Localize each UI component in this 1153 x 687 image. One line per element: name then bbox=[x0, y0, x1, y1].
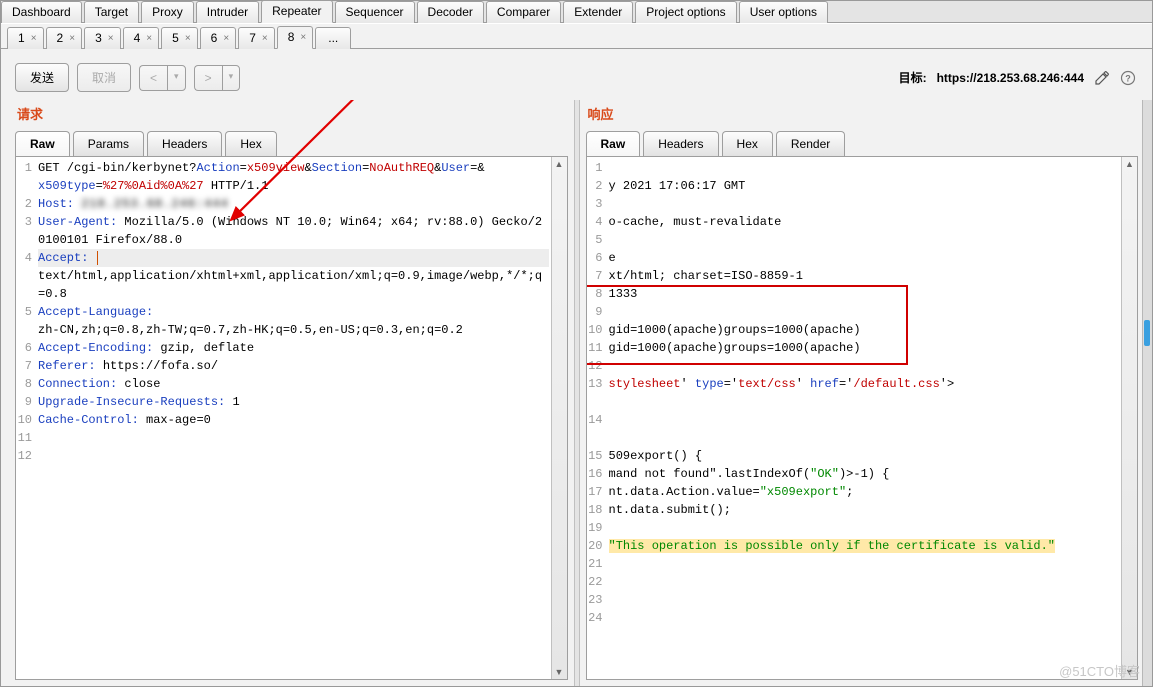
watermark: @51CTO博客 bbox=[1059, 661, 1140, 680]
svg-text:?: ? bbox=[1125, 73, 1131, 83]
repeater-tab-6[interactable]: 6 × bbox=[200, 27, 237, 49]
main-tab-proxy[interactable]: Proxy bbox=[141, 1, 194, 23]
request-subtabs: RawParamsHeadersHex bbox=[15, 131, 568, 156]
request-tab-headers[interactable]: Headers bbox=[147, 131, 222, 156]
forward-button[interactable]: > ▾ bbox=[194, 65, 241, 91]
response-subtabs: RawHeadersHexRender bbox=[586, 131, 1139, 156]
response-scrollbar[interactable] bbox=[1121, 157, 1137, 679]
repeater-tab-bar: 1 ×2 ×3 ×4 ×5 ×6 ×7 ×8 ×... bbox=[1, 23, 1152, 49]
response-tab-render[interactable]: Render bbox=[776, 131, 845, 156]
main-tab-intruder[interactable]: Intruder bbox=[196, 1, 259, 23]
request-gutter: 1 23 4 5 6789101112 bbox=[16, 157, 36, 679]
back-arrow-icon[interactable]: < bbox=[139, 65, 167, 91]
request-editor[interactable]: 1 23 4 5 6789101112 GET /cgi-bin/kerbyne… bbox=[15, 156, 568, 680]
main-tab-bar: DashboardTargetProxyIntruderRepeaterSequ… bbox=[1, 1, 1152, 23]
response-tab-raw[interactable]: Raw bbox=[586, 131, 641, 156]
request-tab-hex[interactable]: Hex bbox=[225, 131, 276, 156]
close-icon[interactable]: × bbox=[223, 33, 229, 44]
main-tab-user-options[interactable]: User options bbox=[739, 1, 828, 23]
repeater-tab-3[interactable]: 3 × bbox=[84, 27, 121, 49]
main-tab-project-options[interactable]: Project options bbox=[635, 1, 736, 23]
text-cursor-icon bbox=[97, 251, 98, 265]
back-button[interactable]: < ▾ bbox=[139, 65, 186, 91]
response-gutter: 12345678910111213 14 1516171819202122232… bbox=[587, 157, 607, 679]
repeater-tab-5[interactable]: 5 × bbox=[161, 27, 198, 49]
main-tab-target[interactable]: Target bbox=[84, 1, 139, 23]
close-icon[interactable]: × bbox=[108, 33, 114, 44]
repeater-tab-1[interactable]: 1 × bbox=[7, 27, 44, 49]
back-drop-icon[interactable]: ▾ bbox=[167, 65, 186, 91]
response-pane: 响应 RawHeadersHexRender 12345678910111213… bbox=[580, 100, 1153, 686]
request-tab-raw[interactable]: Raw bbox=[15, 131, 70, 156]
target-display: 目标: https://218.253.68.246:444 ? bbox=[899, 69, 1136, 86]
edit-target-icon[interactable] bbox=[1094, 70, 1110, 86]
request-raw[interactable]: GET /cgi-bin/kerbynet?Action=x509view&Se… bbox=[36, 157, 551, 679]
help-icon[interactable]: ? bbox=[1120, 70, 1136, 86]
close-icon[interactable]: × bbox=[31, 33, 37, 44]
repeater-tab-8[interactable]: 8 × bbox=[277, 26, 314, 49]
request-pane: 请求 RawParamsHeadersHex 1 23 4 5 67891011… bbox=[1, 100, 574, 686]
response-tab-hex[interactable]: Hex bbox=[722, 131, 773, 156]
main-tab-extender[interactable]: Extender bbox=[563, 1, 633, 23]
blurred-host: 218.253.68.246:444 bbox=[81, 197, 229, 211]
close-icon[interactable]: × bbox=[262, 33, 268, 44]
close-icon[interactable]: × bbox=[185, 33, 191, 44]
main-tab-dashboard[interactable]: Dashboard bbox=[1, 1, 82, 23]
close-icon[interactable]: × bbox=[300, 32, 306, 43]
send-button[interactable]: 发送 bbox=[15, 63, 69, 92]
target-value: https://218.253.68.246:444 bbox=[937, 71, 1084, 85]
repeater-tab-2[interactable]: 2 × bbox=[46, 27, 83, 49]
window-edge-handle-icon bbox=[1144, 320, 1150, 346]
close-icon[interactable]: × bbox=[69, 33, 75, 44]
close-icon[interactable]: × bbox=[146, 33, 152, 44]
response-raw[interactable]: y 2021 17:06:17 GMTo-cache, must-revalid… bbox=[607, 157, 1122, 679]
request-tab-params[interactable]: Params bbox=[73, 131, 144, 156]
response-editor[interactable]: 12345678910111213 14 1516171819202122232… bbox=[586, 156, 1139, 680]
main-tab-comparer[interactable]: Comparer bbox=[486, 1, 561, 23]
forward-drop-icon[interactable]: ▾ bbox=[222, 65, 241, 91]
cancel-button[interactable]: 取消 bbox=[77, 63, 131, 92]
main-tab-decoder[interactable]: Decoder bbox=[417, 1, 484, 23]
toolbar: 发送 取消 < ▾ > ▾ 目标: https://218.253.68.246… bbox=[1, 49, 1152, 100]
response-tab-headers[interactable]: Headers bbox=[643, 131, 718, 156]
request-scrollbar[interactable] bbox=[551, 157, 567, 679]
forward-arrow-icon[interactable]: > bbox=[194, 65, 222, 91]
main-tab-repeater[interactable]: Repeater bbox=[261, 0, 332, 23]
repeater-tab-7[interactable]: 7 × bbox=[238, 27, 275, 49]
repeater-tab-4[interactable]: 4 × bbox=[123, 27, 160, 49]
main-tab-sequencer[interactable]: Sequencer bbox=[335, 1, 415, 23]
target-label: 目标: bbox=[899, 69, 927, 86]
split-panes: 请求 RawParamsHeadersHex 1 23 4 5 67891011… bbox=[1, 100, 1152, 686]
request-title: 请求 bbox=[15, 100, 568, 131]
more-tabs-button[interactable]: ... bbox=[315, 27, 351, 49]
response-title: 响应 bbox=[586, 100, 1139, 131]
window-right-edge bbox=[1142, 100, 1152, 686]
